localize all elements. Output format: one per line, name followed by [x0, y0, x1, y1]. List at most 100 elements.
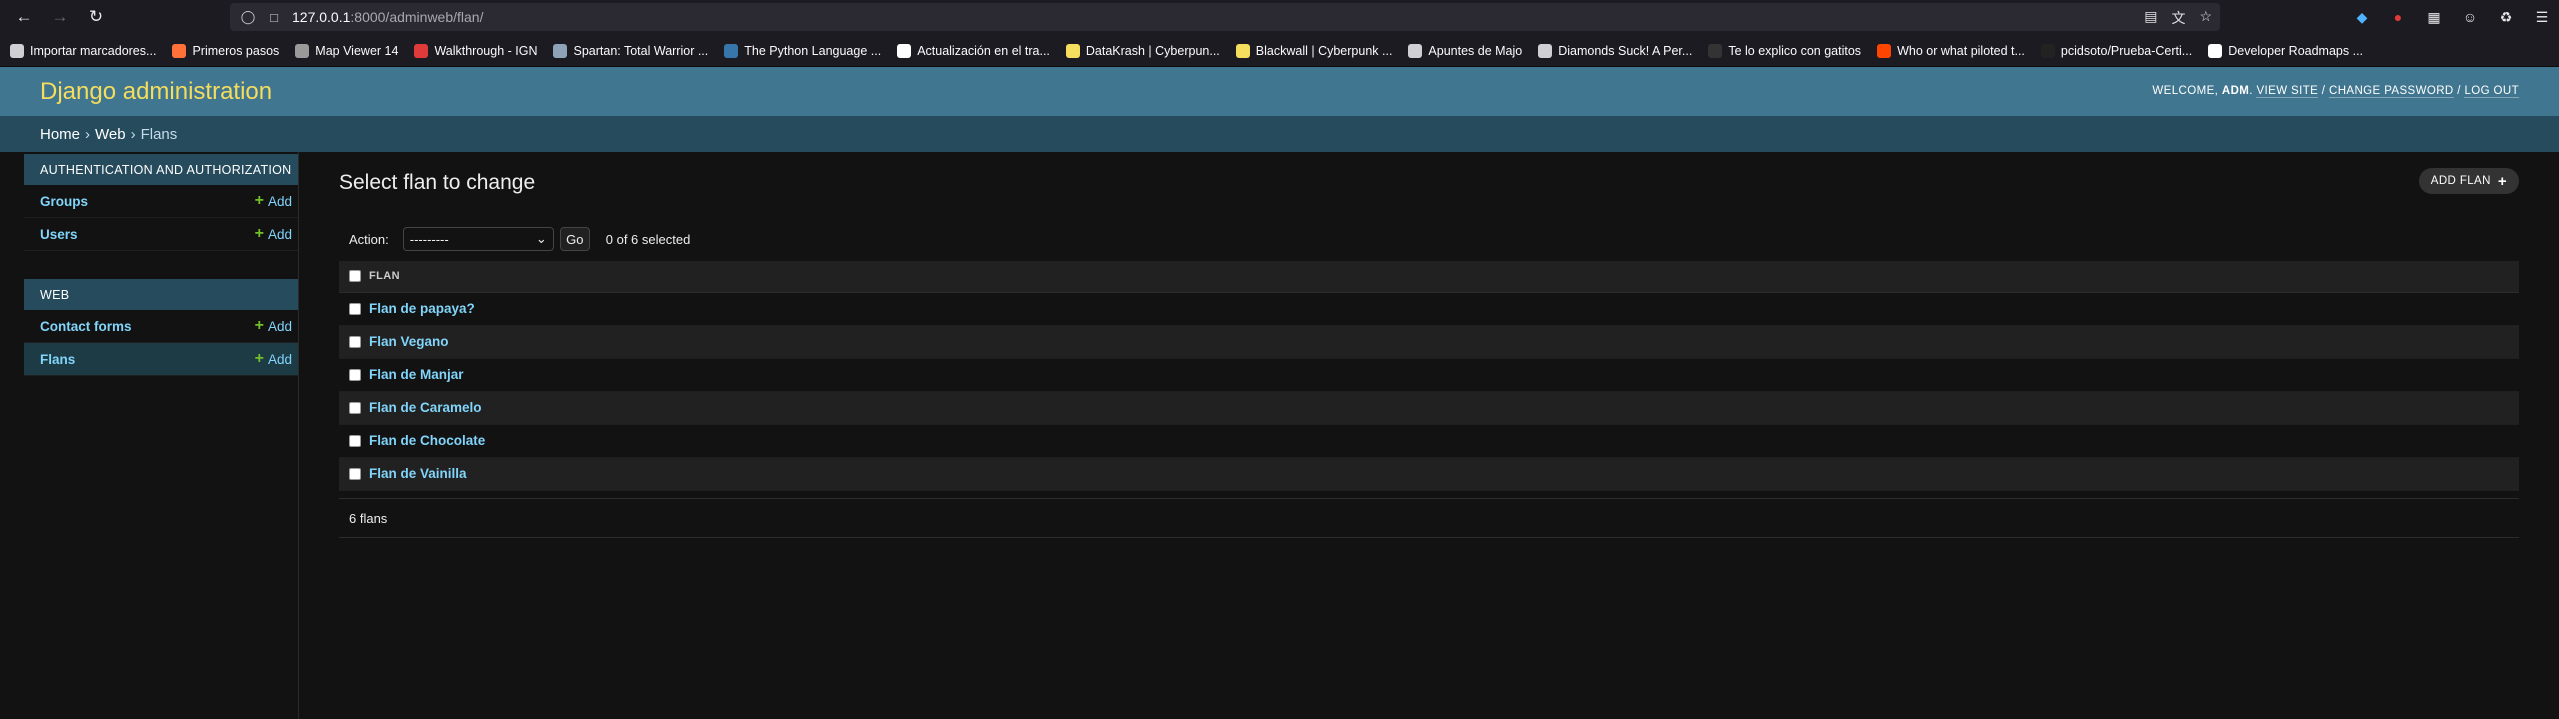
- row-checkbox[interactable]: [349, 402, 361, 415]
- forward-icon[interactable]: →: [48, 5, 72, 29]
- bookmark-item[interactable]: Developer Roadmaps ...: [2208, 43, 2363, 58]
- plus-icon: +: [2497, 172, 2507, 190]
- go-button[interactable]: Go: [559, 227, 590, 251]
- module-caption[interactable]: WEB: [24, 279, 298, 310]
- sidebar-link-users[interactable]: Users: [40, 227, 78, 242]
- bookmark-item[interactable]: DataKrash | Cyberpun...: [1065, 43, 1220, 58]
- bookmark-star-icon[interactable]: ☆: [2199, 8, 2212, 28]
- reader-view-icon[interactable]: ▤: [2144, 8, 2157, 28]
- shield-icon[interactable]: ◯: [240, 9, 256, 25]
- extension-image-icon[interactable]: ▦: [2423, 6, 2445, 28]
- row-checkbox[interactable]: [349, 369, 361, 382]
- add-flan-button[interactable]: ADD FLAN +: [2418, 168, 2519, 194]
- page-info-icon[interactable]: □: [266, 10, 282, 25]
- row-checkbox[interactable]: [349, 303, 361, 316]
- row-checkbox[interactable]: [349, 468, 361, 481]
- extension-red-icon[interactable]: ●: [2387, 6, 2409, 28]
- flan-link[interactable]: Flan de Manjar: [369, 367, 464, 382]
- table-row: Flan Vegano: [339, 325, 2519, 359]
- table-row: Flan de Caramelo: [339, 391, 2519, 425]
- bookmark-item[interactable]: Blackwall | Cyberpunk ...: [1235, 43, 1392, 58]
- breadcrumb-separator: ›: [130, 125, 136, 143]
- bookmark-item[interactable]: The Python Language ...: [724, 43, 881, 58]
- plus-icon: +: [254, 192, 264, 209]
- bookmark-item[interactable]: Te lo explico con gatitos: [1708, 43, 1861, 58]
- nav-sidebar: AUTHENTICATION AND AUTHORIZATION Groups …: [0, 152, 299, 719]
- bookmark-item[interactable]: Spartan: Total Warrior ...: [553, 43, 708, 58]
- bookmark-item[interactable]: pcidsoto/Prueba-Certi...: [2040, 43, 2192, 58]
- sidebar-link-groups[interactable]: Groups: [40, 194, 88, 209]
- plus-icon: +: [254, 350, 264, 367]
- site-branding[interactable]: Django administration: [40, 78, 272, 106]
- admin-header: Django administration WELCOME, ADM. VIEW…: [0, 67, 2559, 116]
- bookmark-favicon-icon: [1877, 43, 1892, 58]
- bookmark-favicon-icon: [2208, 43, 2223, 58]
- reload-icon[interactable]: ↻: [84, 5, 108, 29]
- log-out-link[interactable]: LOG OUT: [2464, 85, 2519, 98]
- add-flans-link[interactable]: + Add: [255, 350, 292, 368]
- bookmark-favicon-icon: [414, 43, 429, 58]
- flan-link[interactable]: Flan de Caramelo: [369, 400, 482, 415]
- user-tools: WELCOME, ADM. VIEW SITE / CHANGE PASSWOR…: [2152, 85, 2519, 98]
- sidebar-link-flans[interactable]: Flans: [40, 352, 75, 367]
- back-icon[interactable]: ←: [12, 5, 36, 29]
- translate-icon[interactable]: 文: [2171, 8, 2185, 28]
- module-caption[interactable]: AUTHENTICATION AND AUTHORIZATION: [24, 154, 298, 185]
- url-text[interactable]: 127.0.0.1:8000/adminweb/flan/: [292, 9, 483, 25]
- bookmark-item[interactable]: Actualización en el tra...: [897, 43, 1050, 58]
- add-groups-link[interactable]: + Add: [255, 192, 292, 210]
- extension-gem-icon[interactable]: ◆: [2351, 6, 2373, 28]
- bookmark-item[interactable]: Importar marcadores...: [10, 43, 156, 58]
- account-icon[interactable]: ☺: [2459, 6, 2481, 28]
- actions-bar: Action: --------- ⌄ Go 0 of 6 selected: [339, 226, 2519, 252]
- action-select[interactable]: --------- ⌄: [402, 227, 554, 251]
- row-checkbox-cell: [339, 358, 363, 392]
- bookmark-item[interactable]: Walkthrough - IGN: [414, 43, 537, 58]
- table-row: Flan de Manjar: [339, 358, 2519, 392]
- breadcrumb-web[interactable]: Web: [95, 126, 126, 143]
- bookmark-item[interactable]: Map Viewer 14: [295, 43, 398, 58]
- flan-link[interactable]: Flan de papaya?: [369, 301, 475, 316]
- sidebar-item-groups: Groups + Add: [24, 185, 298, 218]
- flan-link[interactable]: Flan de Chocolate: [369, 433, 485, 448]
- add-users-link[interactable]: + Add: [255, 225, 292, 243]
- bookmark-favicon-icon: [2040, 43, 2055, 58]
- selection-counter: 0 of 6 selected: [605, 231, 691, 247]
- bookmark-item[interactable]: Who or what piloted t...: [1877, 43, 2025, 58]
- view-site-link[interactable]: VIEW SITE: [2256, 85, 2319, 98]
- column-header-flan[interactable]: FLAN: [363, 261, 2519, 293]
- plus-icon: +: [254, 225, 264, 242]
- paginator: 6 flans: [339, 498, 2519, 538]
- sidebar-item-users: Users + Add: [24, 218, 298, 251]
- bookmark-favicon-icon: [10, 43, 24, 58]
- url-bar[interactable]: ◯ □ 127.0.0.1:8000/adminweb/flan/ ▤ 文 ☆: [230, 3, 2220, 31]
- sidebar-item-flans: Flans + Add: [24, 343, 298, 376]
- breadcrumb-current: Flans: [140, 125, 178, 143]
- extensions-puzzle-icon[interactable]: ♻: [2495, 6, 2517, 28]
- bookmark-item[interactable]: Primeros pasos: [172, 43, 279, 58]
- page-title: Select flan to change: [339, 171, 536, 194]
- flan-link[interactable]: Flan Vegano: [369, 334, 449, 349]
- breadcrumb-separator: ›: [85, 125, 91, 143]
- row-checkbox-cell: [339, 424, 363, 458]
- welcome-text: WELCOME,: [2152, 85, 2219, 97]
- table-row: Flan de Vainilla: [339, 457, 2519, 491]
- breadcrumb-home[interactable]: Home: [40, 126, 80, 143]
- select-all-checkbox[interactable]: [349, 270, 361, 283]
- bookmark-favicon-icon: [897, 43, 912, 58]
- add-contact-forms-link[interactable]: + Add: [255, 317, 292, 335]
- breadcrumb: Home › Web › Flans: [0, 116, 2559, 152]
- module-auth: AUTHENTICATION AND AUTHORIZATION Groups …: [24, 154, 298, 251]
- flan-cell: Flan de Manjar: [363, 358, 2519, 392]
- sidebar-link-contact-forms[interactable]: Contact forms: [40, 319, 132, 334]
- table-row: Flan de papaya?: [339, 292, 2519, 326]
- main-area: AUTHENTICATION AND AUTHORIZATION Groups …: [0, 152, 2559, 719]
- menu-hamburger-icon[interactable]: ☰: [2531, 6, 2553, 28]
- bookmark-item[interactable]: Diamonds Suck! A Per...: [1538, 43, 1692, 58]
- bookmark-item[interactable]: Apuntes de Majo: [1408, 43, 1522, 58]
- table-row: Flan de Chocolate: [339, 424, 2519, 458]
- row-checkbox[interactable]: [349, 435, 361, 448]
- change-password-link[interactable]: CHANGE PASSWORD: [2329, 85, 2454, 98]
- flan-link[interactable]: Flan de Vainilla: [369, 466, 467, 481]
- row-checkbox[interactable]: [349, 336, 361, 349]
